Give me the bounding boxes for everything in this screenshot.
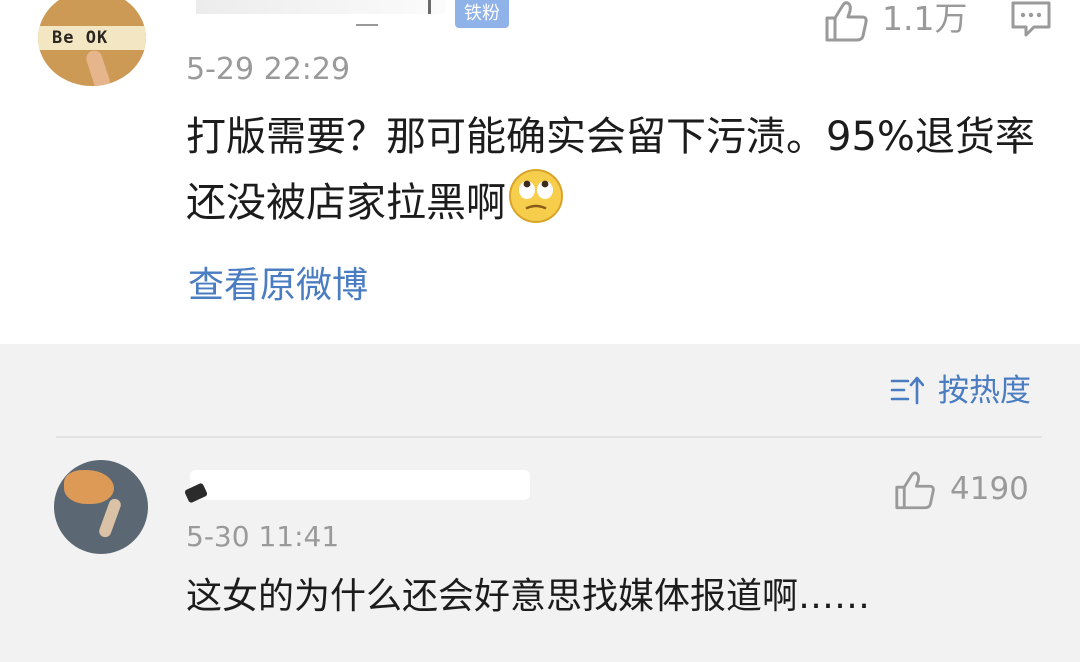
avatar-cat: [64, 470, 114, 504]
comment-text: 打版需要？那可能确实会留下污渍。95%退货率还没被店家拉黑啊: [186, 106, 1056, 234]
comment-time: 5-29 22:29: [186, 52, 351, 87]
redacted-username: [196, 0, 446, 14]
sort-icon: [890, 376, 924, 405]
thumbs-up-icon[interactable]: [824, 0, 869, 42]
comment-icon[interactable]: [1010, 0, 1052, 38]
avatar-text: Be OK: [52, 28, 109, 48]
avatar-finger: [84, 48, 112, 86]
comment-time: 5-30 11:41: [186, 520, 340, 553]
redacted-username: [190, 470, 530, 500]
avatar-paw: [97, 497, 123, 539]
divider: [56, 436, 1042, 438]
redaction-mark: [356, 24, 378, 26]
comment-text: 这女的为什么还会好意思找媒体报道啊……: [186, 576, 871, 617]
avatar[interactable]: Be OK: [38, 0, 146, 86]
comment-body: 打版需要？那可能确实会留下污渍。95%退货率还没被店家拉黑啊: [186, 114, 1035, 226]
view-original-link[interactable]: 查看原微博: [188, 262, 368, 310]
original-post-section: Be OK 铁粉 1.1万 5-29 22:29 打版需要？那可能确实会留下污渍…: [0, 0, 1080, 344]
thumbs-up-icon[interactable]: [894, 470, 936, 510]
avatar[interactable]: [54, 460, 148, 554]
like-count: 1.1万: [882, 0, 968, 38]
fan-badge: 铁粉: [455, 0, 509, 28]
rolling-eyes-emoji-icon: [509, 169, 563, 223]
redaction-mark: [428, 0, 431, 14]
sort-label: 按热度: [938, 373, 1031, 409]
like-count: 4190: [950, 471, 1029, 507]
sort-button[interactable]: 按热度: [890, 370, 1031, 412]
